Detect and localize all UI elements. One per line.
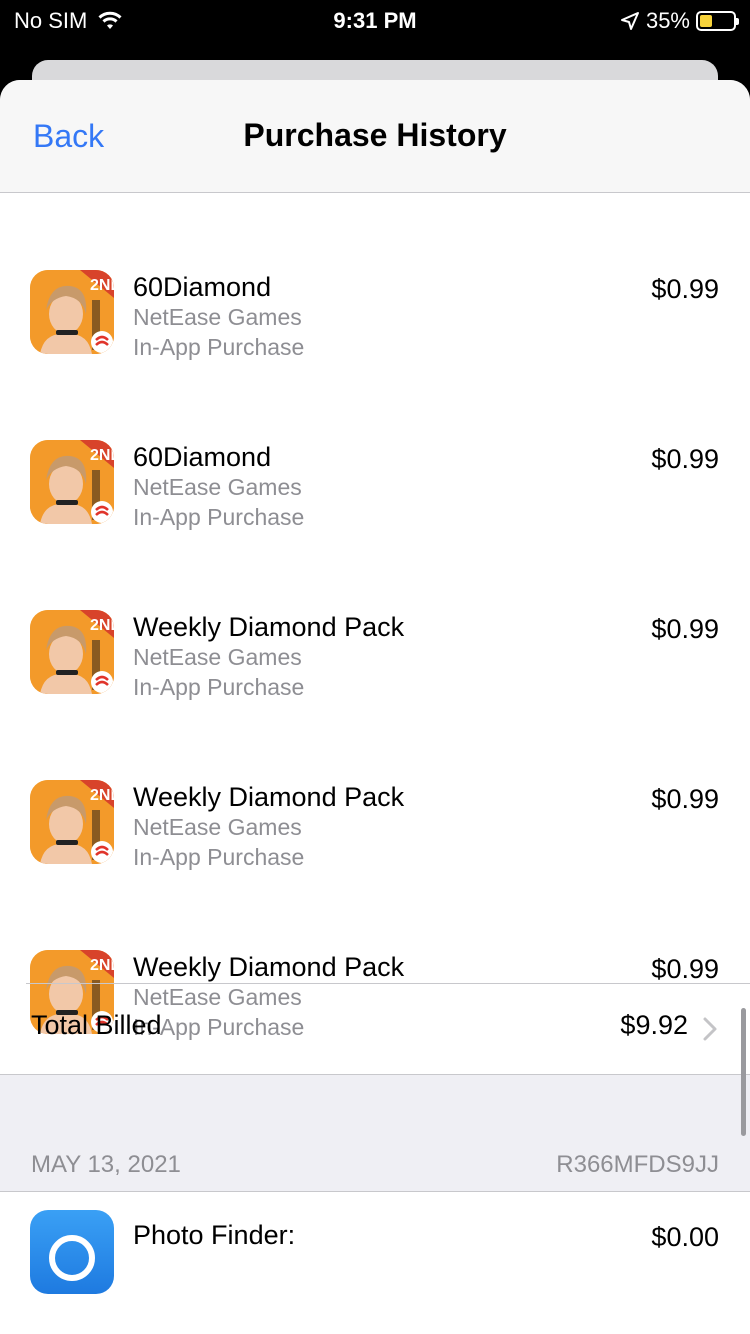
item-name: 60Diamond [133, 272, 272, 302]
item-name: Weekly Diamond Pack [133, 612, 405, 642]
item-type: In-App Purchase [133, 844, 305, 870]
purchase-item[interactable]: 2ND 60DiamondNetEase Games In-App Purchase… [0, 270, 750, 440]
game-app-icon: 2ND [30, 270, 114, 354]
svg-text:2ND: 2ND [90, 617, 114, 634]
item-developer: NetEase Games [133, 304, 302, 330]
item-price: $0.99 [651, 614, 719, 644]
item-type: In-App Purchase [133, 674, 305, 700]
item-price: $0.99 [651, 784, 719, 814]
svg-text:2ND: 2ND [90, 787, 114, 804]
svg-text:2ND: 2ND [90, 277, 114, 294]
list-item[interactable]: Photo Finder: $0.00 [0, 1206, 750, 1294]
total-billed-value: $9.92 [620, 1010, 688, 1040]
svg-text:2ND: 2ND [90, 447, 114, 464]
item-type: In-App Purchase [133, 334, 305, 360]
navigation-bar: Back Purchase History [0, 80, 750, 193]
status-right: 35% [620, 8, 739, 34]
scrollbar[interactable] [741, 1008, 746, 1136]
total-billed-row[interactable]: Total Billed $9.92 [0, 984, 750, 1074]
page-title: Purchase History [243, 117, 507, 153]
battery-percent: 35% [645, 8, 690, 33]
item-price: $0.99 [651, 954, 719, 984]
item-name: Photo Finder: [133, 1220, 296, 1250]
item-price: $0.00 [651, 1222, 719, 1252]
game-app-icon: 2ND [30, 780, 114, 864]
item-price: $0.99 [651, 444, 719, 474]
game-app-icon: 2ND [30, 610, 114, 694]
chevron-right-icon [703, 1017, 717, 1041]
purchase-item[interactable]: 2ND Weekly Diamond PackNetEase Games In-Ap… [0, 780, 750, 950]
svg-text:2ND: 2ND [90, 957, 114, 974]
game-app-icon: 2ND [30, 440, 114, 524]
item-developer: NetEase Games [133, 474, 302, 500]
order-id: R366MFDS9JJ [556, 1151, 719, 1178]
purchase-item[interactable]: 2ND 60DiamondNetEase Games In-App Purchase… [0, 440, 750, 610]
section-date: MAY 13, 2021 [31, 1151, 181, 1178]
location-arrow-icon [620, 12, 639, 30]
purchase-item[interactable]: 2ND Weekly Diamond PackNetEase Games In-Ap… [0, 610, 750, 780]
total-billed-label: Total Billed [31, 1010, 162, 1040]
item-name: Weekly Diamond Pack [133, 952, 405, 982]
item-developer: NetEase Games [133, 644, 302, 670]
section-header: MAY 13, 2021 R366MFDS9JJ [0, 1074, 750, 1192]
battery-icon [696, 11, 739, 31]
item-name: 60Diamond [133, 442, 272, 472]
item-developer: NetEase Games [133, 814, 302, 840]
item-name: Weekly Diamond Pack [133, 782, 405, 812]
item-type: In-App Purchase [133, 504, 305, 530]
status-bar: No SIM 9:31 PM 35% [0, 0, 750, 44]
photo-finder-app-icon [30, 1210, 114, 1294]
item-price: $0.99 [651, 274, 719, 304]
